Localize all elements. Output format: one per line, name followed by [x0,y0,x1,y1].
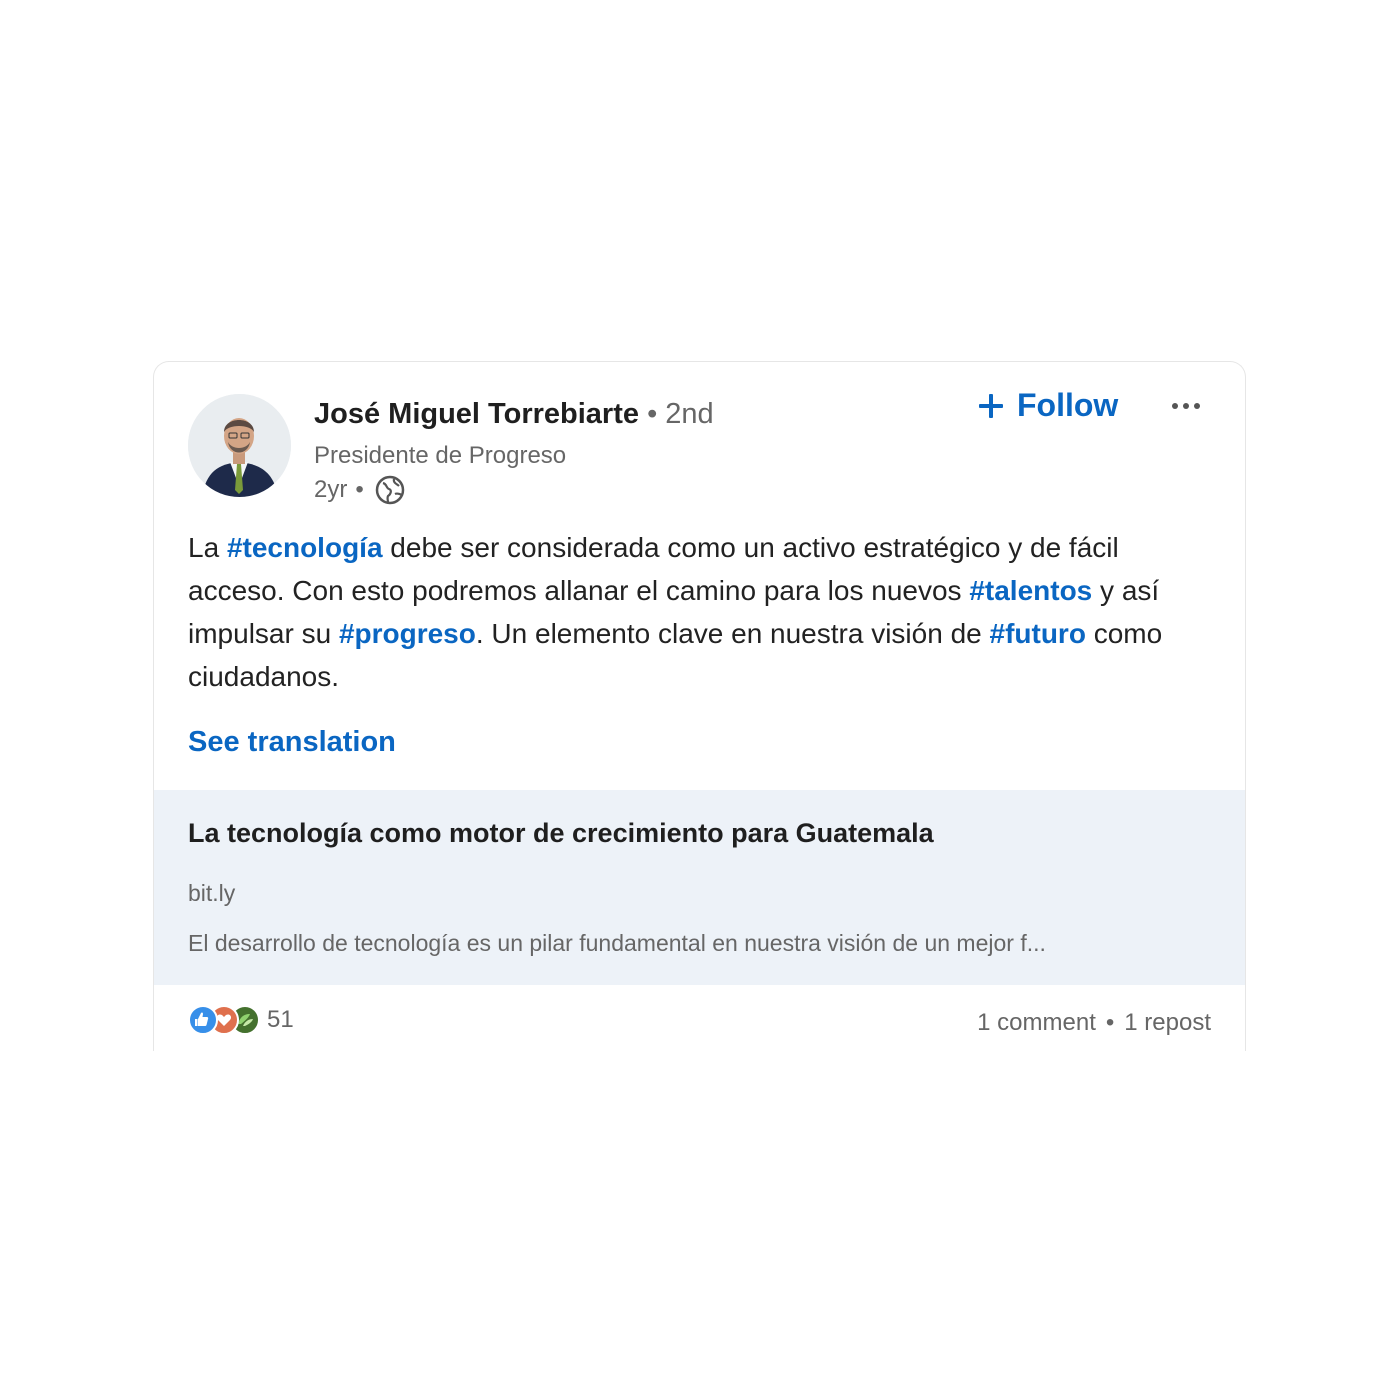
social-counts-bar: 51 1 comment • 1 repost [154,985,1245,1051]
post-card: José Miguel Torrebiarte • 2nd Presidente… [153,361,1246,1051]
follow-label: Follow [1017,386,1119,423]
post-body: La #tecnología debe ser considerada como… [188,526,1208,698]
hashtag-futuro[interactable]: #futuro [990,618,1086,649]
comments-count[interactable]: 1 comment [977,1009,1096,1037]
reposts-count[interactable]: 1 repost [1124,1009,1211,1037]
reaction-count: 51 [267,1006,294,1033]
plus-icon [977,391,1005,419]
hashtag-progreso[interactable]: #progreso [339,618,476,649]
link-preview-description: El desarrollo de tecnología es un pilar … [188,930,1046,956]
meta-separator: • [355,476,364,503]
post-text-segment: . Un elemento clave en nuestra visión de [475,618,990,649]
see-translation-link[interactable]: See translation [188,726,396,759]
connection-degree: • 2nd [647,398,714,430]
avatar-photo [188,394,291,497]
link-preview[interactable]: La tecnología como motor de crecimiento … [154,790,1245,985]
like-icon [188,1005,218,1035]
reactions-summary[interactable]: 51 [188,1005,294,1035]
post-text-segment: La [188,532,227,563]
globe-icon [374,474,406,506]
author-name[interactable]: José Miguel Torrebiarte [314,398,639,430]
ellipsis-icon[interactable] [1166,386,1206,426]
hashtag-tecnologia[interactable]: #tecnología [227,532,383,563]
follow-button[interactable]: Follow [977,382,1118,428]
author-line: José Miguel Torrebiarte • 2nd [314,398,714,431]
link-preview-domain: bit.ly [188,880,236,906]
link-preview-title: La tecnología como motor de crecimiento … [188,818,934,848]
post-meta: 2yr • [314,474,406,506]
engagement-counts: 1 comment • 1 repost [977,1009,1211,1037]
author-headline: Presidente de Progreso [314,442,567,469]
author-avatar[interactable] [188,394,291,497]
hashtag-talentos[interactable]: #talentos [969,575,1092,606]
post-time: 2yr [314,476,348,503]
engagement-separator: • [1105,1009,1115,1036]
